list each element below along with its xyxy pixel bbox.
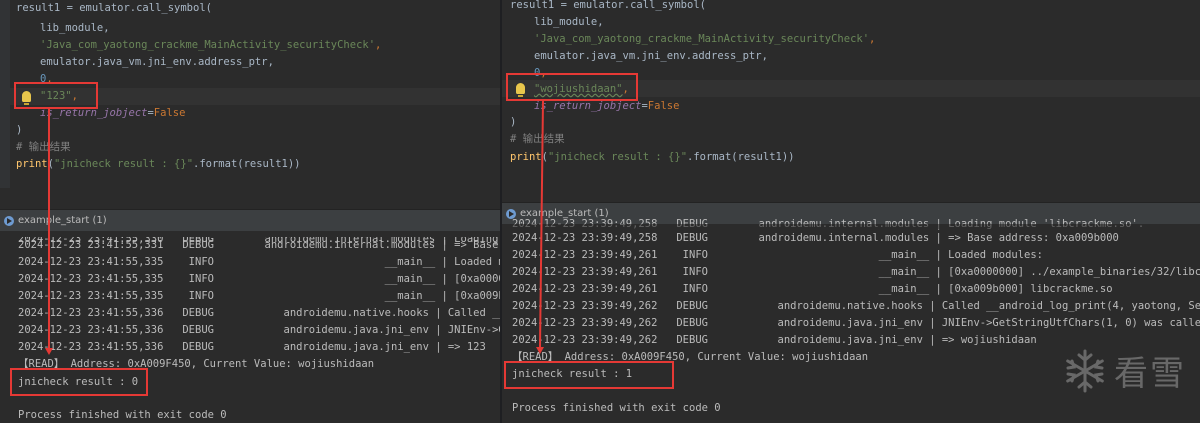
process-exit-line: Process finished with exit code 0 xyxy=(512,402,721,414)
comment-line: # 输出结果 xyxy=(510,133,565,145)
bool-literal: False xyxy=(153,107,186,119)
code-line: emulator.java_vm.jni_env.address_ptr, xyxy=(534,50,768,62)
arrow-head xyxy=(536,347,544,354)
string-literal: 'Java_com_yaotong_crackme_MainActivity_s… xyxy=(40,39,376,51)
code-line: ) xyxy=(510,116,517,128)
log-line: 2024-12-23 23:39:49,262 DEBUG androidemu… xyxy=(512,317,1200,329)
code-line: print("jnicheck result : {}".format(resu… xyxy=(510,151,795,163)
log-line: 2024-12-23 23:39:49,258 DEBUG androidemu… xyxy=(512,232,1119,244)
process-exit-line: Process finished with exit code 0 xyxy=(18,409,227,421)
arrow-head xyxy=(45,348,53,355)
console-top-cover xyxy=(502,224,1200,229)
code-line: result1 = emulator.call_symbol( xyxy=(510,0,706,11)
log-line: 2024-12-23 23:41:55,336 DEBUG androidemu… xyxy=(18,341,486,353)
editor-gutter xyxy=(0,0,10,188)
left-ide-panel: result1 = emulator.call_symbol( lib_modu… xyxy=(0,0,500,423)
snowflake-icon xyxy=(1066,349,1104,392)
log-line: 2024-12-23 23:39:49,262 DEBUG androidemu… xyxy=(512,300,1200,312)
comment-line: # 输出结果 xyxy=(16,141,71,153)
code-line: emulator.java_vm.jni_env.address_ptr, xyxy=(40,56,274,68)
highlight-box-input xyxy=(14,82,98,109)
right-ide-panel: result1 = emulator.call_symbol( lib_modu… xyxy=(500,0,1200,423)
log-line: 2024-12-23 23:39:49,261 INFO __main__ | … xyxy=(512,283,1113,295)
log-line: 2024-12-23 23:39:49,262 DEBUG androidemu… xyxy=(512,334,1037,346)
method-call: .format(result1)) xyxy=(193,158,301,170)
log-line: 2024-12-23 23:41:55,336 DEBUG androidemu… xyxy=(18,324,500,336)
tab-example-start[interactable]: example_start (1) xyxy=(0,210,107,232)
string-literal: "jnicheck result : {}" xyxy=(547,151,688,163)
code-line: result1 = emulator.call_symbol( xyxy=(16,2,212,14)
log-line: 2024-12-23 23:41:55,335 INFO __main__ | … xyxy=(18,256,500,268)
code-line: print("jnicheck result : {}".format(resu… xyxy=(16,158,301,170)
highlight-box-input xyxy=(506,73,638,101)
tab-label: example_start (1) xyxy=(18,215,107,226)
string-literal: 'Java_com_yaotong_crackme_MainActivity_s… xyxy=(534,33,870,45)
console-top-cover xyxy=(0,231,500,237)
watermark-text: 看雪 xyxy=(1114,354,1186,394)
run-tab-bar: example_start (1) xyxy=(0,209,500,233)
log-line: 2024-12-23 23:39:49,261 INFO __main__ | … xyxy=(512,249,1044,261)
function-name: print xyxy=(510,151,542,163)
run-icon xyxy=(4,216,14,226)
code-line: lib_module, xyxy=(534,16,604,28)
string-literal: "jnicheck result : {}" xyxy=(53,158,194,170)
log-line: 2024-12-23 23:39:49,261 INFO __main__ | … xyxy=(512,266,1200,278)
log-line: 2024-12-23 23:41:55,335 INFO __main__ | … xyxy=(18,290,500,302)
code-line: lib_module, xyxy=(40,22,110,34)
keyword-arg: is_return_jobject xyxy=(534,100,642,112)
kanxue-watermark: 看雪 xyxy=(1062,346,1186,395)
annotation-arrow xyxy=(48,109,50,351)
method-call: .format(result1)) xyxy=(687,151,795,163)
code-line: 'Java_com_yaotong_crackme_MainActivity_s… xyxy=(40,39,382,51)
code-line: ) xyxy=(16,124,23,136)
log-line: 2024-12-23 23:41:55,335 INFO __main__ | … xyxy=(18,273,500,285)
log-line: 2024-12-23 23:41:55,331 DEBUG androidemu… xyxy=(18,239,500,251)
code-line: 'Java_com_yaotong_crackme_MainActivity_s… xyxy=(534,33,876,45)
log-line: 2024-12-23 23:41:55,336 DEBUG androidemu… xyxy=(18,307,500,319)
highlight-box-result xyxy=(504,361,674,389)
bool-literal: False xyxy=(647,100,680,112)
function-name: print xyxy=(16,158,48,170)
highlight-box-result xyxy=(10,368,148,396)
